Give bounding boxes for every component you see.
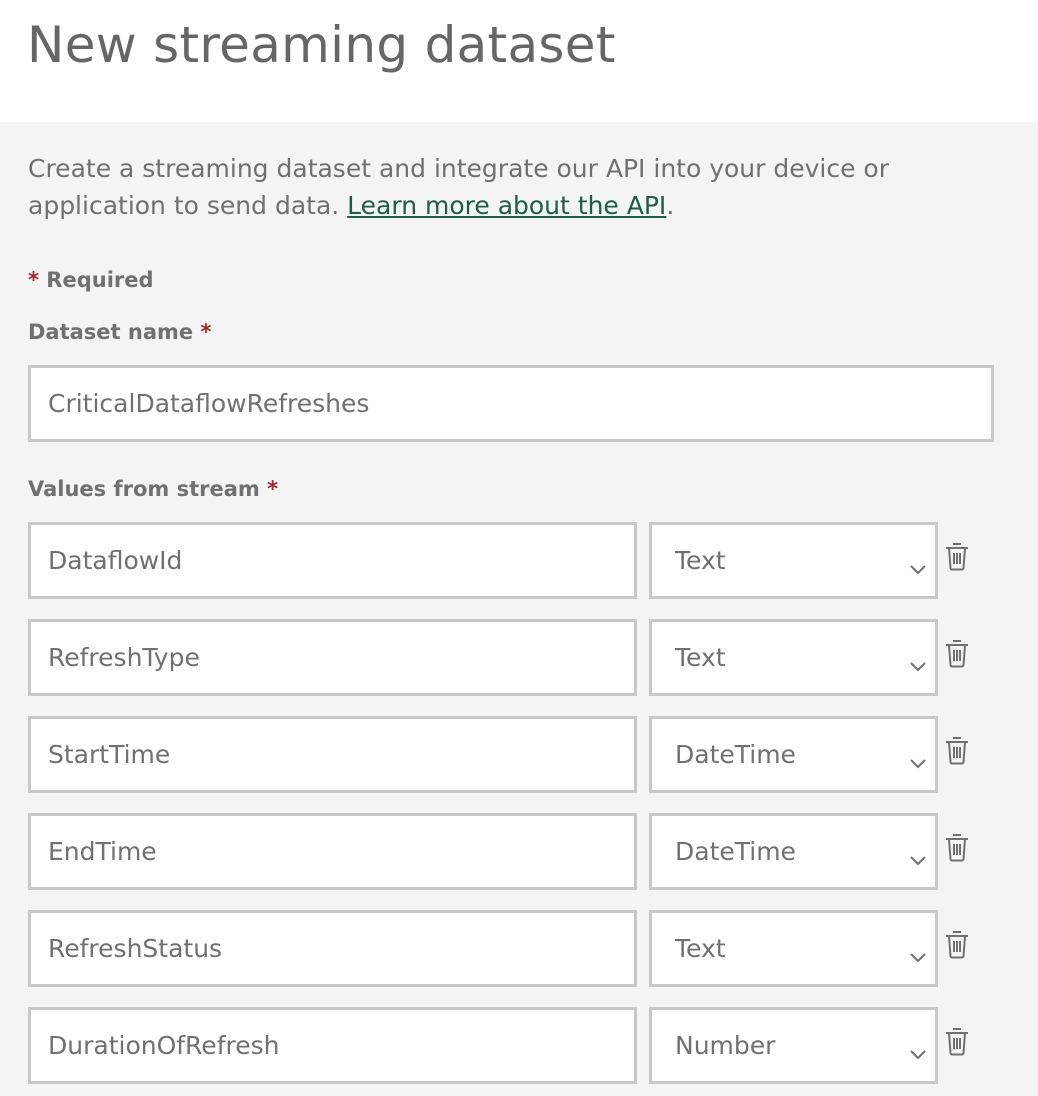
field-name-input[interactable]: RefreshStatus [28,910,637,987]
required-text: Required [46,268,154,292]
field-name-input[interactable]: StartTime [28,716,637,793]
dataset-name-label-text: Dataset name [28,320,194,344]
field-type-value: Number [675,1031,776,1060]
field-type-value: Text [675,643,726,672]
trash-icon[interactable] [944,832,970,862]
chevron-down-icon [909,650,927,671]
field-name-input[interactable]: DurationOfRefresh [28,1007,637,1084]
field-type-value: Text [675,934,726,963]
required-star: * [28,268,39,292]
field-type-select[interactable]: Text [649,619,938,696]
description: Create a streaming dataset and integrate… [28,150,928,224]
field-type-value: Text [675,546,726,575]
dataset-name-input[interactable]: CriticalDataflowRefreshes [28,365,994,442]
chevron-down-icon [909,553,927,574]
description-trailing: . [666,191,675,220]
trash-icon[interactable] [944,638,970,668]
field-type-select[interactable]: Number [649,1007,938,1084]
trash-icon[interactable] [944,735,970,765]
field-name-input[interactable]: EndTime [28,813,637,890]
required-star: * [200,320,212,344]
field-type-value: DateTime [675,837,796,866]
field-name-input[interactable]: RefreshType [28,619,637,696]
trash-icon[interactable] [944,929,970,959]
page-title: New streaming dataset [27,16,616,74]
field-type-select[interactable]: Text [649,522,938,599]
field-type-select[interactable]: DateTime [649,813,938,890]
field-type-select[interactable]: Text [649,910,938,987]
learn-more-link[interactable]: Learn more about the API [347,191,666,220]
chevron-down-icon [909,1038,927,1059]
trash-icon[interactable] [944,541,970,571]
trash-icon[interactable] [944,1026,970,1056]
chevron-down-icon [909,941,927,962]
values-from-stream-label: Values from stream * [28,477,278,501]
required-star: * [267,477,279,501]
chevron-down-icon [909,747,927,768]
chevron-down-icon [909,844,927,865]
required-note: * Required [28,268,154,292]
field-type-value: DateTime [675,740,796,769]
header: New streaming dataset [0,0,1038,122]
field-type-select[interactable]: DateTime [649,716,938,793]
field-name-input[interactable]: DataflowId [28,522,637,599]
values-label-text: Values from stream [28,477,260,501]
dataset-name-label: Dataset name * [28,320,211,344]
